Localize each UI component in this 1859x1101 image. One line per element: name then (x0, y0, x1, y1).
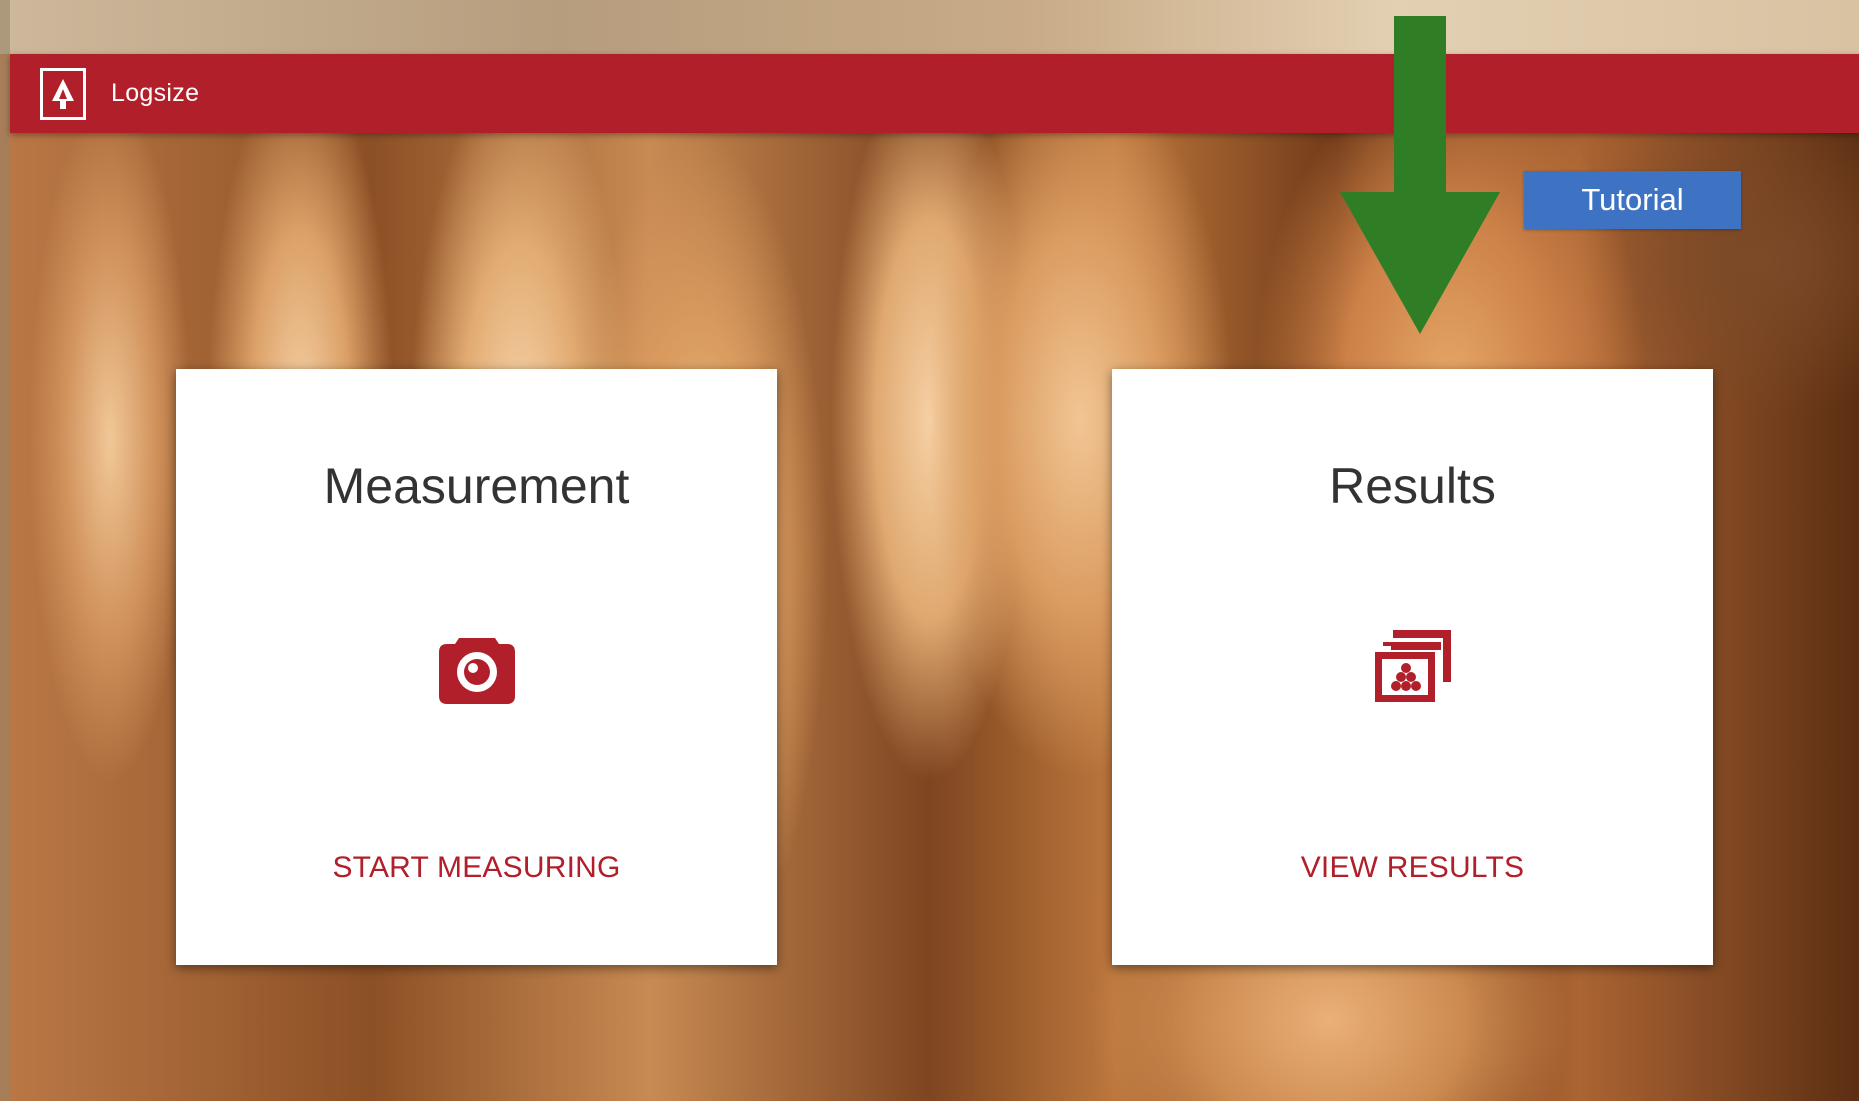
gallery-icon (1371, 624, 1455, 708)
measurement-card-title: Measurement (323, 458, 630, 514)
app-screen: Logsize Tutorial Measurement START MEASU… (0, 0, 1859, 1101)
results-card-title: Results (1329, 458, 1496, 514)
app-logo[interactable] (40, 67, 86, 120)
background-left-edge (0, 0, 10, 1101)
start-measuring-button[interactable]: START MEASURING (176, 851, 777, 885)
results-card[interactable]: Results VIEW RESULTS (1112, 369, 1713, 965)
view-results-button[interactable]: VIEW RESULTS (1112, 851, 1713, 885)
camera-icon (435, 624, 519, 708)
arrow-down-icon (1340, 16, 1500, 334)
measurement-card[interactable]: Measurement START MEASURING (176, 369, 777, 965)
background-top-strip (0, 0, 1859, 54)
app-bar: Logsize (10, 54, 1859, 133)
tree-icon (52, 78, 74, 109)
tutorial-button[interactable]: Tutorial (1524, 171, 1741, 229)
app-title: Logsize (111, 79, 200, 107)
